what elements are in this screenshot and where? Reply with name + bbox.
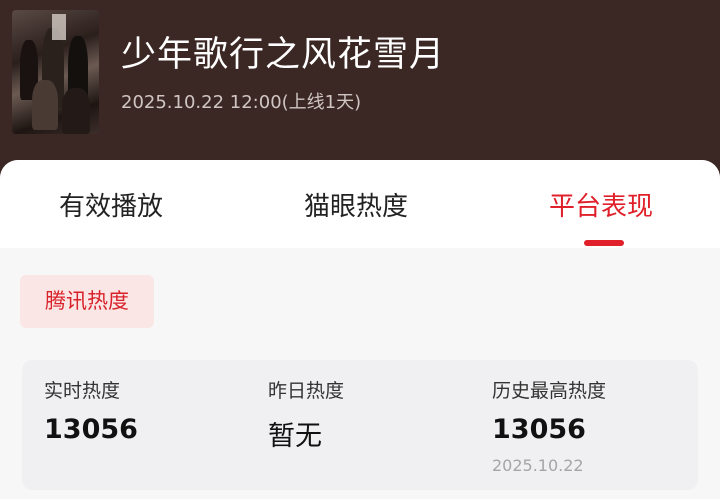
active-tab-indicator bbox=[584, 240, 624, 246]
heat-stats-panel: 实时热度 13056 昨日热度 暂无 历史最高热度 13056 2025.10.… bbox=[22, 360, 698, 490]
stat-value: 13056 bbox=[492, 414, 586, 445]
tab-platform-performance[interactable]: 平台表现 bbox=[549, 186, 653, 223]
stat-label: 实时热度 bbox=[44, 380, 121, 402]
show-header: 少年歌行之风花雪月 2025.10.22 12:00(上线1天) bbox=[0, 0, 720, 170]
tencent-heat-badge[interactable]: 腾讯热度 bbox=[20, 275, 154, 328]
tab-maoyan-heat[interactable]: 猫眼热度 bbox=[304, 186, 408, 223]
stat-value: 13056 bbox=[44, 414, 138, 445]
content-card: 有效播放 猫眼热度 平台表现 腾讯热度 实时热度 13056 昨日热度 暂无 历… bbox=[0, 160, 720, 499]
stat-label: 历史最高热度 bbox=[492, 380, 607, 402]
stat-label: 昨日热度 bbox=[268, 380, 345, 402]
tab-effective-plays[interactable]: 有效播放 bbox=[59, 186, 163, 223]
show-poster-image[interactable] bbox=[12, 10, 99, 134]
release-info: 2025.10.22 12:00(上线1天) bbox=[121, 92, 362, 113]
stat-value: 暂无 bbox=[268, 421, 322, 452]
stat-date: 2025.10.22 bbox=[492, 456, 584, 475]
show-title: 少年歌行之风花雪月 bbox=[121, 35, 446, 75]
tab-bar: 有效播放 猫眼热度 平台表现 bbox=[0, 160, 720, 248]
